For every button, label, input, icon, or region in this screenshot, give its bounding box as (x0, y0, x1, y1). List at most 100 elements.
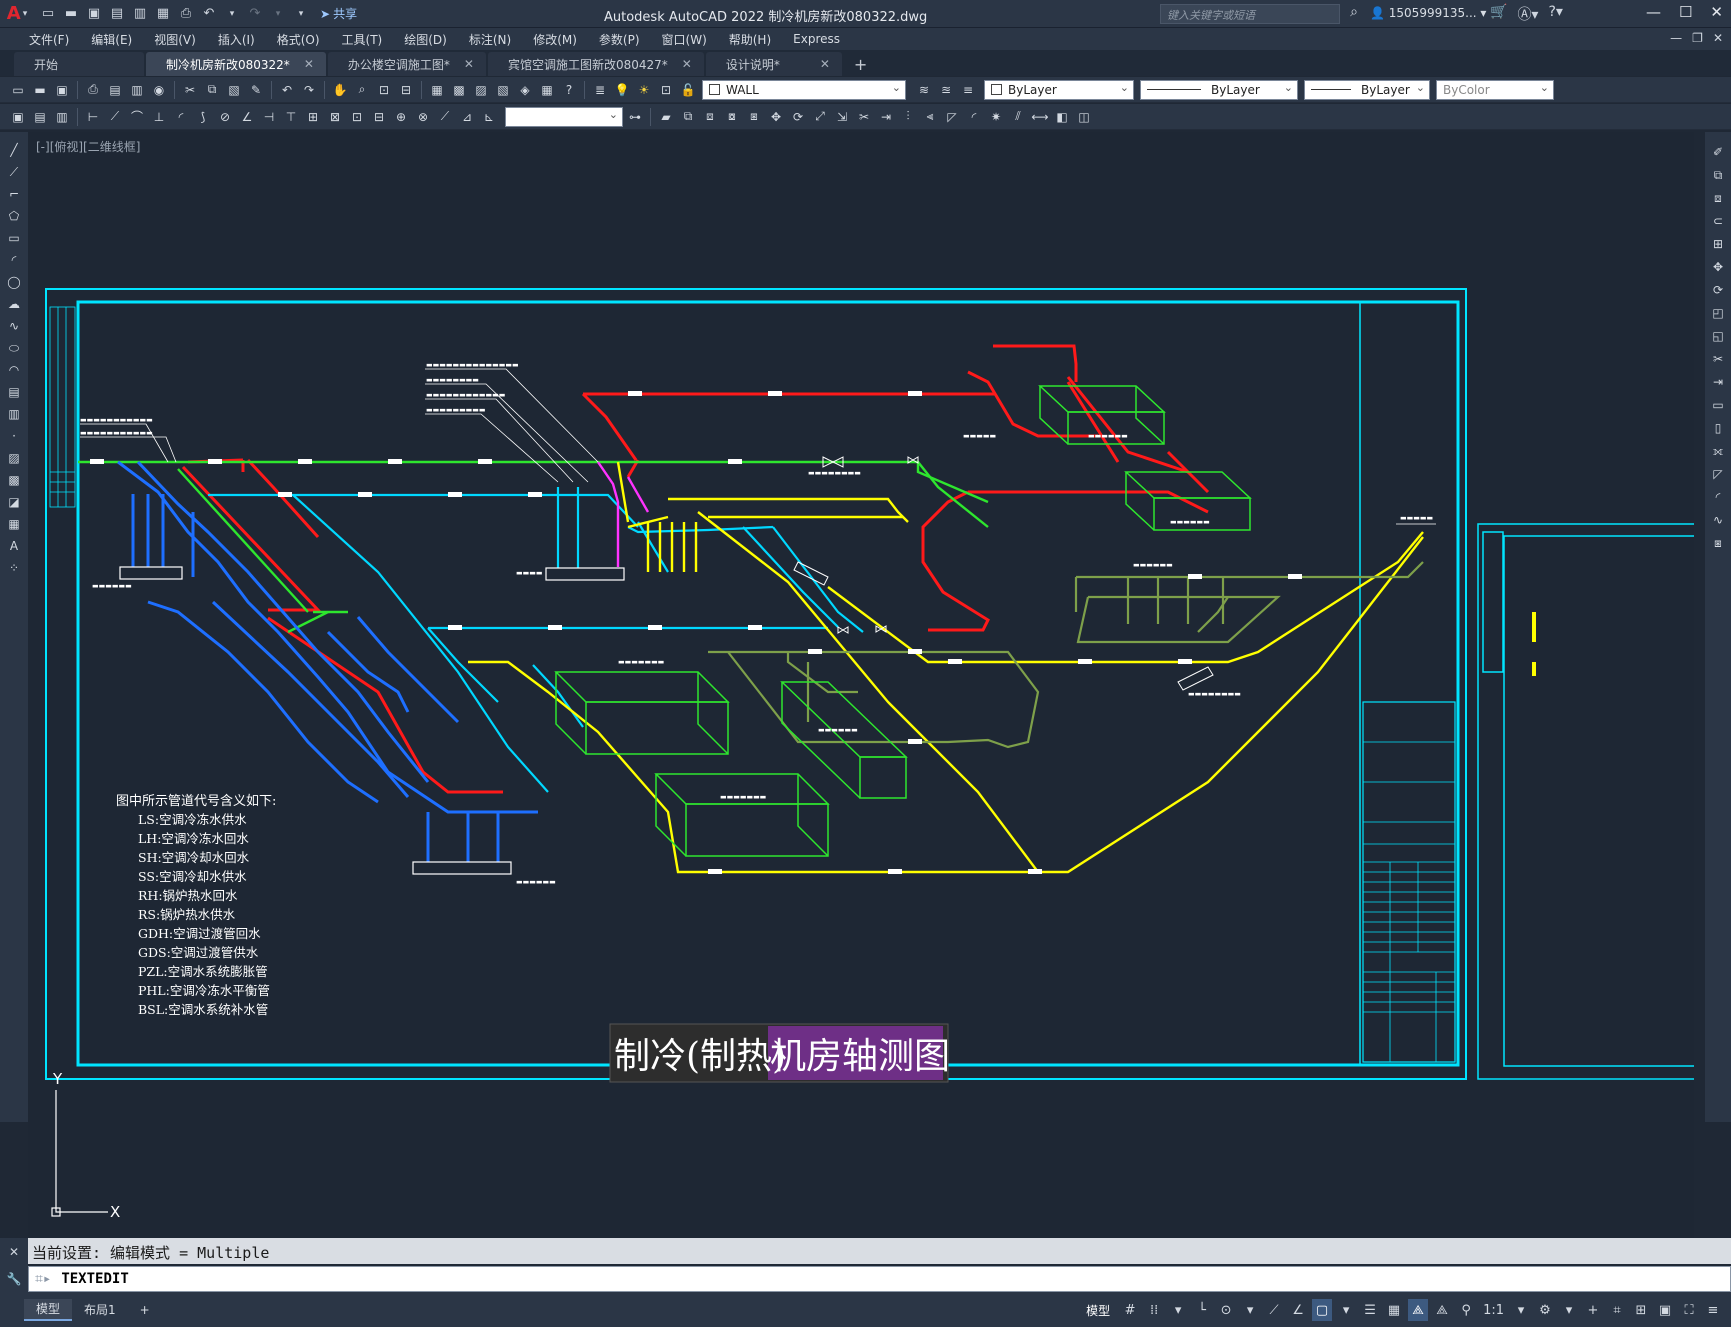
maximize-icon[interactable]: ☐ (1679, 3, 1692, 21)
block-icon[interactable]: ▣ (8, 107, 28, 127)
construction-line-icon[interactable]: ⟋ (5, 162, 23, 182)
break-icon[interactable]: ⫶ (898, 107, 918, 127)
object-snap-tracking-icon[interactable]: ∠ (1288, 1299, 1308, 1321)
doc-minimize-icon[interactable]: — (1670, 31, 1682, 45)
layer-lock-icon[interactable]: 🔓 (678, 80, 698, 100)
polygon-icon[interactable]: ⬠ (5, 206, 23, 226)
break-icon[interactable]: ▯ (1709, 418, 1727, 438)
blend-icon[interactable]: ◧ (1052, 107, 1072, 127)
dim-break-icon[interactable]: ⊡ (347, 107, 367, 127)
workspace-gear-icon[interactable]: ⚙ (1535, 1299, 1555, 1321)
cad-drawing[interactable]: ▬▬▬▬▬▬▬▬▬▬▬▬▬▬ ▬▬▬▬▬▬▬▬ ▬▬▬▬▬▬▬▬▬▬▬▬ ▬▬▬… (28, 132, 1694, 1238)
plot-icon[interactable]: ▦ (153, 4, 173, 24)
layer-properties-icon[interactable]: ≣ (590, 80, 610, 100)
linetype-dropdown[interactable]: ByLayer (1140, 79, 1298, 100)
fillet-icon[interactable]: ◜ (1709, 487, 1727, 507)
zoom-window-icon[interactable]: ⊡ (374, 80, 394, 100)
model-space-button[interactable]: 模型 (1080, 1299, 1116, 1321)
arc-length-icon[interactable]: ⌒ (127, 107, 147, 127)
array-icon[interactable]: ⊞ (1709, 234, 1727, 254)
object-snap-icon[interactable]: ▢ (1312, 1299, 1333, 1321)
color-dropdown[interactable]: ByLayer (984, 79, 1134, 100)
layer-on-icon[interactable]: 💡 (612, 80, 632, 100)
redo-icon[interactable]: ↷ (245, 4, 265, 24)
lineweight-dropdown[interactable]: ByLayer (1304, 79, 1430, 100)
line-icon[interactable]: ╱ (5, 140, 23, 160)
region-icon[interactable]: ◪ (5, 492, 23, 512)
minimize-icon[interactable]: — (1646, 3, 1661, 21)
isodraft-icon[interactable]: ⟋ (1264, 1299, 1284, 1321)
command-input[interactable]: ⌗▸ TEXTEDIT (28, 1266, 1731, 1292)
annotation-visibility-icon[interactable]: ⟁ (1408, 1299, 1429, 1321)
dim-update-icon[interactable]: ⊶ (625, 107, 645, 127)
polar-dropdown-icon[interactable]: ▾ (1240, 1299, 1260, 1321)
quick-properties-icon[interactable]: ⊞ (1631, 1299, 1651, 1321)
angular-icon[interactable]: ∠ (237, 107, 257, 127)
lengthen-icon[interactable]: ⟷ (1030, 107, 1050, 127)
drawing-viewport[interactable]: ▬▬▬▬▬▬▬▬▬▬▬▬▬▬ ▬▬▬▬▬▬▬▬ ▬▬▬▬▬▬▬▬▬▬▬▬ ▬▬▬… (28, 132, 1694, 1238)
autodesk-app-icon[interactable]: Ⓐ▾ (1517, 4, 1538, 24)
save-as-icon[interactable]: ▤ (107, 4, 127, 24)
wrench-icon[interactable]: 🔧 (7, 1272, 22, 1286)
publish-icon[interactable]: ▥ (130, 4, 150, 24)
radius-icon[interactable]: ◜ (171, 107, 191, 127)
help-icon[interactable]: ?▾ (1548, 4, 1562, 24)
add-selected-icon[interactable]: ⁘ (5, 558, 23, 578)
menu-parametric[interactable]: 参数(P) (588, 31, 651, 48)
search-icon[interactable]: ⌕ (1344, 4, 1364, 24)
tab-layout1[interactable]: 布局1 (72, 1299, 128, 1321)
join-icon[interactable]: ⫷ (920, 107, 940, 127)
plot-icon[interactable]: ⎙ (83, 80, 103, 100)
osnap-dropdown-icon[interactable]: ▾ (1336, 1299, 1356, 1321)
dim-space-icon[interactable]: ⊠ (325, 107, 345, 127)
plot-preview-icon[interactable]: ▤ (105, 80, 125, 100)
close-icon[interactable]: ✕ (820, 57, 830, 71)
annotation-scale-icon[interactable]: ⚲ (1456, 1299, 1476, 1321)
break-point-icon[interactable]: ▭ (1709, 395, 1727, 415)
tool-palettes-icon[interactable]: ▨ (471, 80, 491, 100)
rotate-icon[interactable]: ⟳ (1709, 280, 1727, 300)
dim-style-dropdown[interactable] (505, 106, 623, 127)
array-icon[interactable]: ⧆ (744, 107, 764, 127)
dim-edit-icon[interactable]: ⊿ (457, 107, 477, 127)
align-icon[interactable]: ⫽ (1008, 107, 1028, 127)
graphics-performance-icon[interactable]: ▣ (1655, 1299, 1675, 1321)
baseline-icon[interactable]: ⊤ (281, 107, 301, 127)
snap-icon[interactable]: ⁞⁞ (1144, 1299, 1164, 1321)
insert-block-icon[interactable]: ▤ (30, 107, 50, 127)
scale-icon[interactable]: ⤢ (810, 107, 830, 127)
stretch-icon[interactable]: ⇲ (832, 107, 852, 127)
menu-draw[interactable]: 绘图(D) (393, 31, 458, 48)
close-icon[interactable]: ✕ (304, 57, 314, 71)
circle-icon[interactable]: ◯ (5, 272, 23, 292)
revision-cloud-icon[interactable]: ☁ (5, 294, 23, 314)
explode-icon[interactable]: ✷ (986, 107, 1006, 127)
linear-dim-icon[interactable]: ⊢ (83, 107, 103, 127)
attribute-icon[interactable]: ▥ (52, 107, 72, 127)
redo-icon[interactable]: ↷ (299, 80, 319, 100)
save-icon[interactable]: ▣ (52, 80, 72, 100)
rectangle-icon[interactable]: ▭ (5, 228, 23, 248)
drawing-title-edit[interactable]: 制冷(制热) 机房轴测图 (609, 1023, 950, 1083)
group-icon[interactable]: ◫ (1074, 107, 1094, 127)
menu-window[interactable]: 窗口(W) (651, 31, 718, 48)
tolerance-icon[interactable]: ⊟ (369, 107, 389, 127)
grid-icon[interactable]: # (1120, 1299, 1140, 1321)
gradient-icon[interactable]: ▩ (5, 470, 23, 490)
menu-help[interactable]: 帮助(H) (718, 31, 782, 48)
help-icon[interactable]: ? (559, 80, 579, 100)
snap-dropdown-icon[interactable]: ▾ (1168, 1299, 1188, 1321)
chamfer-icon[interactable]: ◸ (1709, 464, 1727, 484)
jog-linear-icon[interactable]: ⟋ (435, 107, 455, 127)
tab-hotel-hvac[interactable]: 宾馆空调施工图新改080427* ✕ (487, 52, 704, 76)
save-icon[interactable]: ▣ (84, 4, 104, 24)
viewport-controls[interactable]: [-][俯视][二维线框] (36, 138, 140, 155)
erase-icon[interactable]: ✐ (1709, 142, 1727, 162)
offset-icon[interactable]: ⊂ (1709, 211, 1727, 231)
continue-icon[interactable]: ⊞ (303, 107, 323, 127)
doc-close-icon[interactable]: ✕ (1713, 31, 1723, 45)
tab-office-hvac[interactable]: 办公楼空调施工图* ✕ (327, 52, 486, 76)
layer-dropdown[interactable]: WALL (702, 79, 906, 100)
cart-icon[interactable]: 🛒 (1490, 4, 1507, 24)
new-icon[interactable]: ▭ (8, 80, 28, 100)
